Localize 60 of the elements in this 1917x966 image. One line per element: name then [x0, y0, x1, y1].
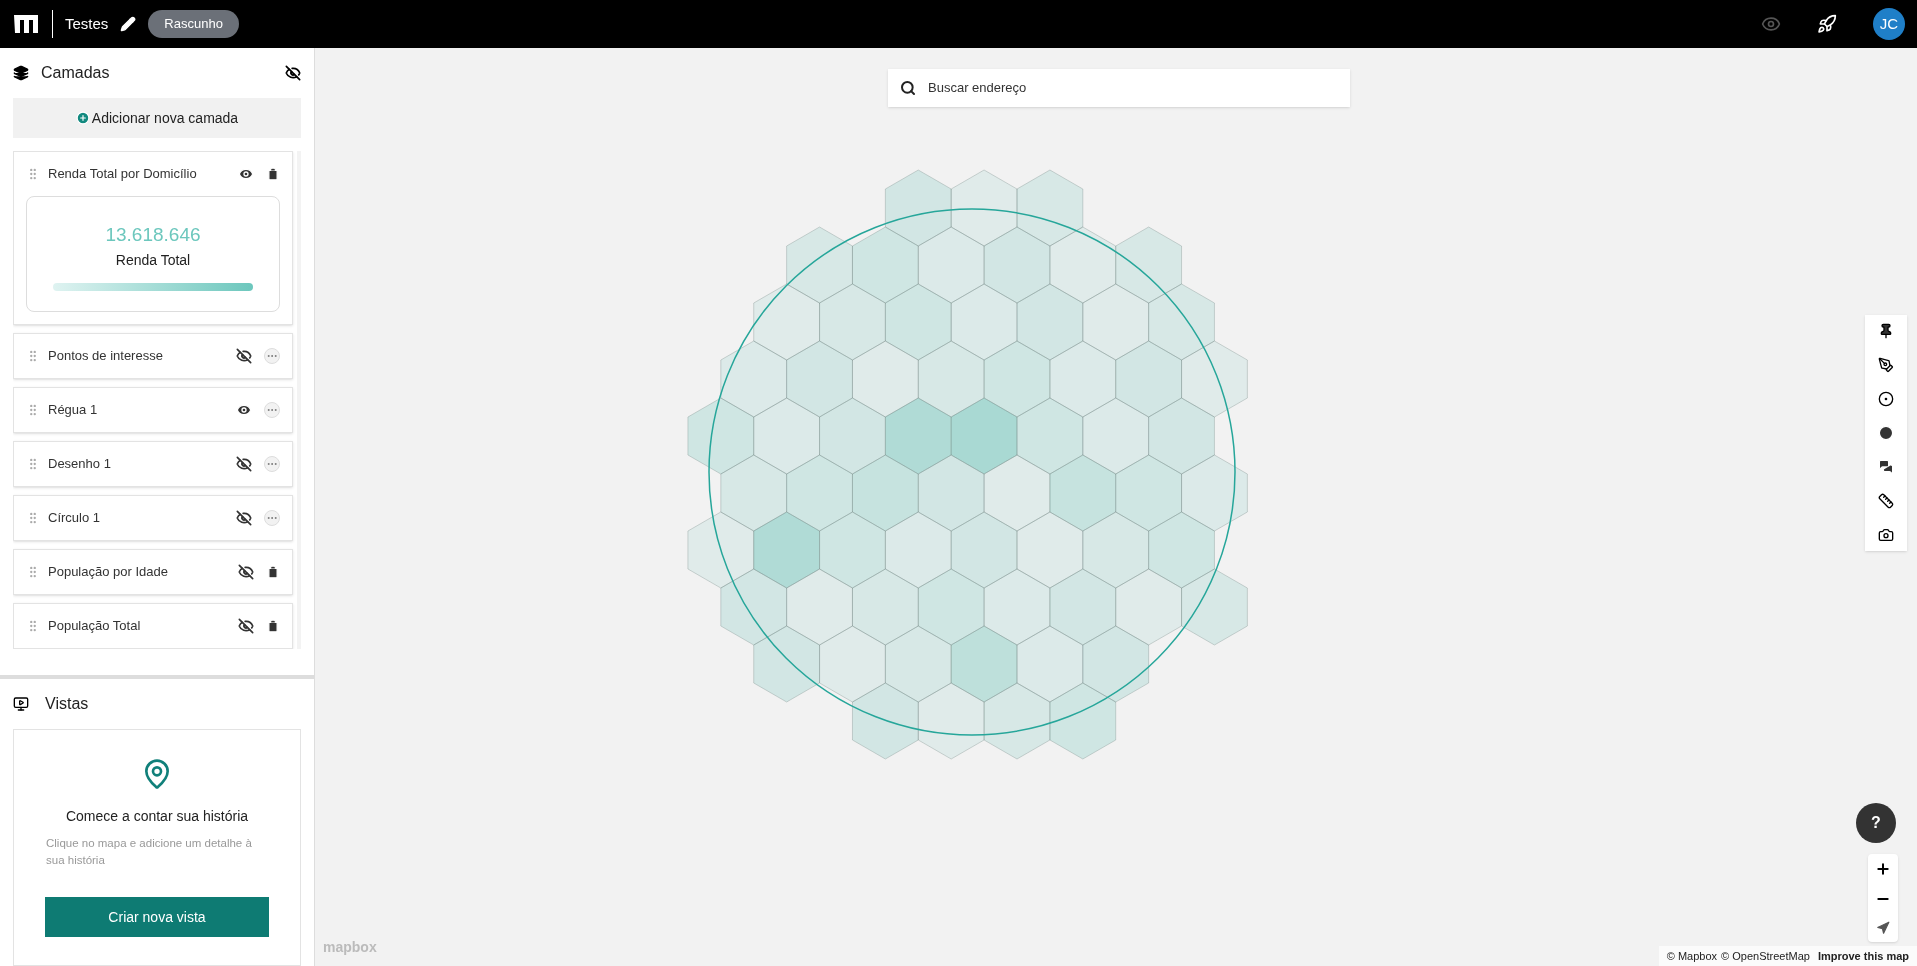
empty-text: Clique no mapa e adicione um detalhe à sua história — [46, 835, 253, 868]
layer-card[interactable]: Pontos de interesse — [13, 332, 293, 379]
rocket-icon[interactable] — [1817, 14, 1837, 34]
trash-icon[interactable] — [266, 618, 280, 633]
presentation-icon — [13, 695, 29, 712]
pin-icon[interactable] — [1878, 323, 1894, 339]
comments-icon[interactable] — [1878, 459, 1894, 475]
layer-name: Pontos de interesse — [48, 346, 164, 365]
attribution-link[interactable]: © OpenStreetMap — [1721, 947, 1810, 964]
layer-card[interactable]: Renda Total por Domicílio 13.618.646 Renda Total — [13, 151, 293, 325]
panel-title: Vistas — [45, 693, 89, 714]
add-layer-button[interactable]: Adicionar nova camada — [13, 98, 301, 138]
search-field[interactable]: Buscar endereço — [888, 69, 1350, 107]
trash-icon[interactable] — [266, 167, 280, 181]
layer-card[interactable]: Régua 1 — [13, 386, 293, 433]
create-view-button[interactable]: Criar nova vista — [45, 897, 269, 937]
empty-title: Comece a contar sua história — [65, 806, 249, 826]
layer-name: Régua 1 — [48, 400, 99, 419]
screenshot-icon[interactable] — [1878, 527, 1894, 543]
more-button[interactable] — [264, 455, 280, 472]
draw-icon[interactable] — [1878, 357, 1894, 373]
circle-icon[interactable] — [1878, 391, 1894, 407]
layer-card[interactable]: População Total — [13, 602, 293, 649]
search-input[interactable]: Buscar endereço — [928, 78, 1338, 98]
stat-label: Renda Total — [115, 250, 191, 270]
layer-name: População por Idade — [48, 562, 169, 581]
stat-value: 13.618.646 — [105, 223, 201, 247]
zoom-in-icon[interactable] — [1875, 861, 1891, 877]
status-badge: Rascunho — [148, 10, 239, 38]
attribution-link[interactable]: © Mapbox — [1666, 947, 1718, 964]
help-button[interactable]: ? — [1856, 803, 1896, 843]
layer-name: Círculo 1 — [48, 508, 102, 527]
improve-map-link[interactable]: Improve this map — [1817, 947, 1909, 964]
edit-icon[interactable] — [120, 16, 137, 32]
layer-card[interactable]: Círculo 1 — [13, 494, 293, 541]
eye-off-icon[interactable] — [238, 563, 254, 580]
eye-off-icon[interactable] — [238, 617, 254, 634]
more-button[interactable] — [264, 347, 280, 364]
layer-name: Renda Total por Domicílio — [48, 165, 198, 184]
eye-off-icon[interactable] — [236, 347, 252, 364]
hide-all-icon[interactable] — [285, 65, 301, 81]
eye-off-icon[interactable] — [236, 455, 252, 472]
project-title: Testes — [65, 13, 109, 34]
compass-icon[interactable] — [1876, 921, 1890, 935]
layer-card[interactable]: Desenho 1 — [13, 440, 293, 487]
search-icon — [900, 80, 916, 96]
user-avatar[interactable]: JC — [1873, 8, 1905, 40]
layer-name: População Total — [48, 616, 142, 635]
layers-icon — [13, 65, 29, 81]
layer-card[interactable]: População por Idade — [13, 548, 293, 595]
plus-icon — [75, 111, 90, 125]
more-button[interactable] — [264, 509, 280, 526]
panel-title: Camadas — [41, 63, 110, 83]
more-button[interactable] — [264, 401, 280, 418]
trash-icon[interactable] — [266, 564, 280, 579]
preview-icon[interactable] — [1761, 14, 1781, 34]
logo-icon[interactable] — [12, 13, 40, 35]
layer-name: Desenho 1 — [48, 454, 112, 473]
ruler-icon[interactable] — [1878, 493, 1894, 509]
eye-off-icon[interactable] — [236, 509, 252, 526]
